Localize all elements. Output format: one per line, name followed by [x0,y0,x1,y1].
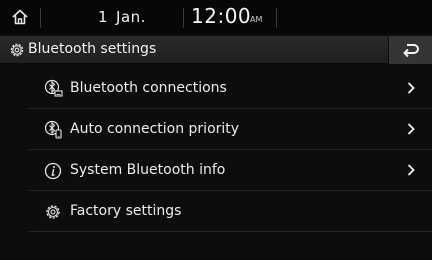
menu-item-auto-connection-priority[interactable]: Auto connection priority [28,109,432,150]
date-display: 1 Jan. [98,8,146,26]
home-button[interactable] [6,4,34,30]
menu-item-label: Auto connection priority [70,121,240,137]
gear-icon [10,43,24,57]
back-button[interactable] [388,36,432,64]
menu-item-label: System Bluetooth info [70,162,226,178]
info-icon [44,162,62,180]
menu-item-factory-settings[interactable]: Factory settings [28,191,432,232]
status-bar: 1 Jan. 12:00 AM [0,0,432,34]
menu-item-label: Bluetooth connections [70,80,227,96]
screen: 1 Jan. 12:00 AM Bluetooth settings Bluet… [0,0,432,260]
date-month: Jan. [116,8,146,26]
status-divider [276,8,277,28]
back-arrow-icon [403,44,419,58]
home-icon [12,9,28,25]
menu-item-system-bluetooth-info[interactable]: System Bluetooth info [28,150,432,191]
date-day: 1 [98,8,109,26]
menu-item-label: Factory settings [70,203,182,219]
status-divider [183,8,184,28]
chevron-right-icon [407,164,415,176]
status-divider [40,8,41,28]
title-bar: Bluetooth settings [0,36,432,64]
bluetooth-phone-icon [44,120,62,139]
chevron-right-icon [407,82,415,94]
clock-time: 12:00 [191,4,252,28]
clock-ampm: AM [250,15,263,24]
settings-menu: Bluetooth connections Auto connection pr… [28,68,432,232]
menu-item-bluetooth-connections[interactable]: Bluetooth connections [28,68,432,109]
page-title: Bluetooth settings [28,41,157,57]
chevron-right-icon [407,123,415,135]
gear-icon [46,205,60,219]
bluetooth-device-icon [44,79,63,97]
